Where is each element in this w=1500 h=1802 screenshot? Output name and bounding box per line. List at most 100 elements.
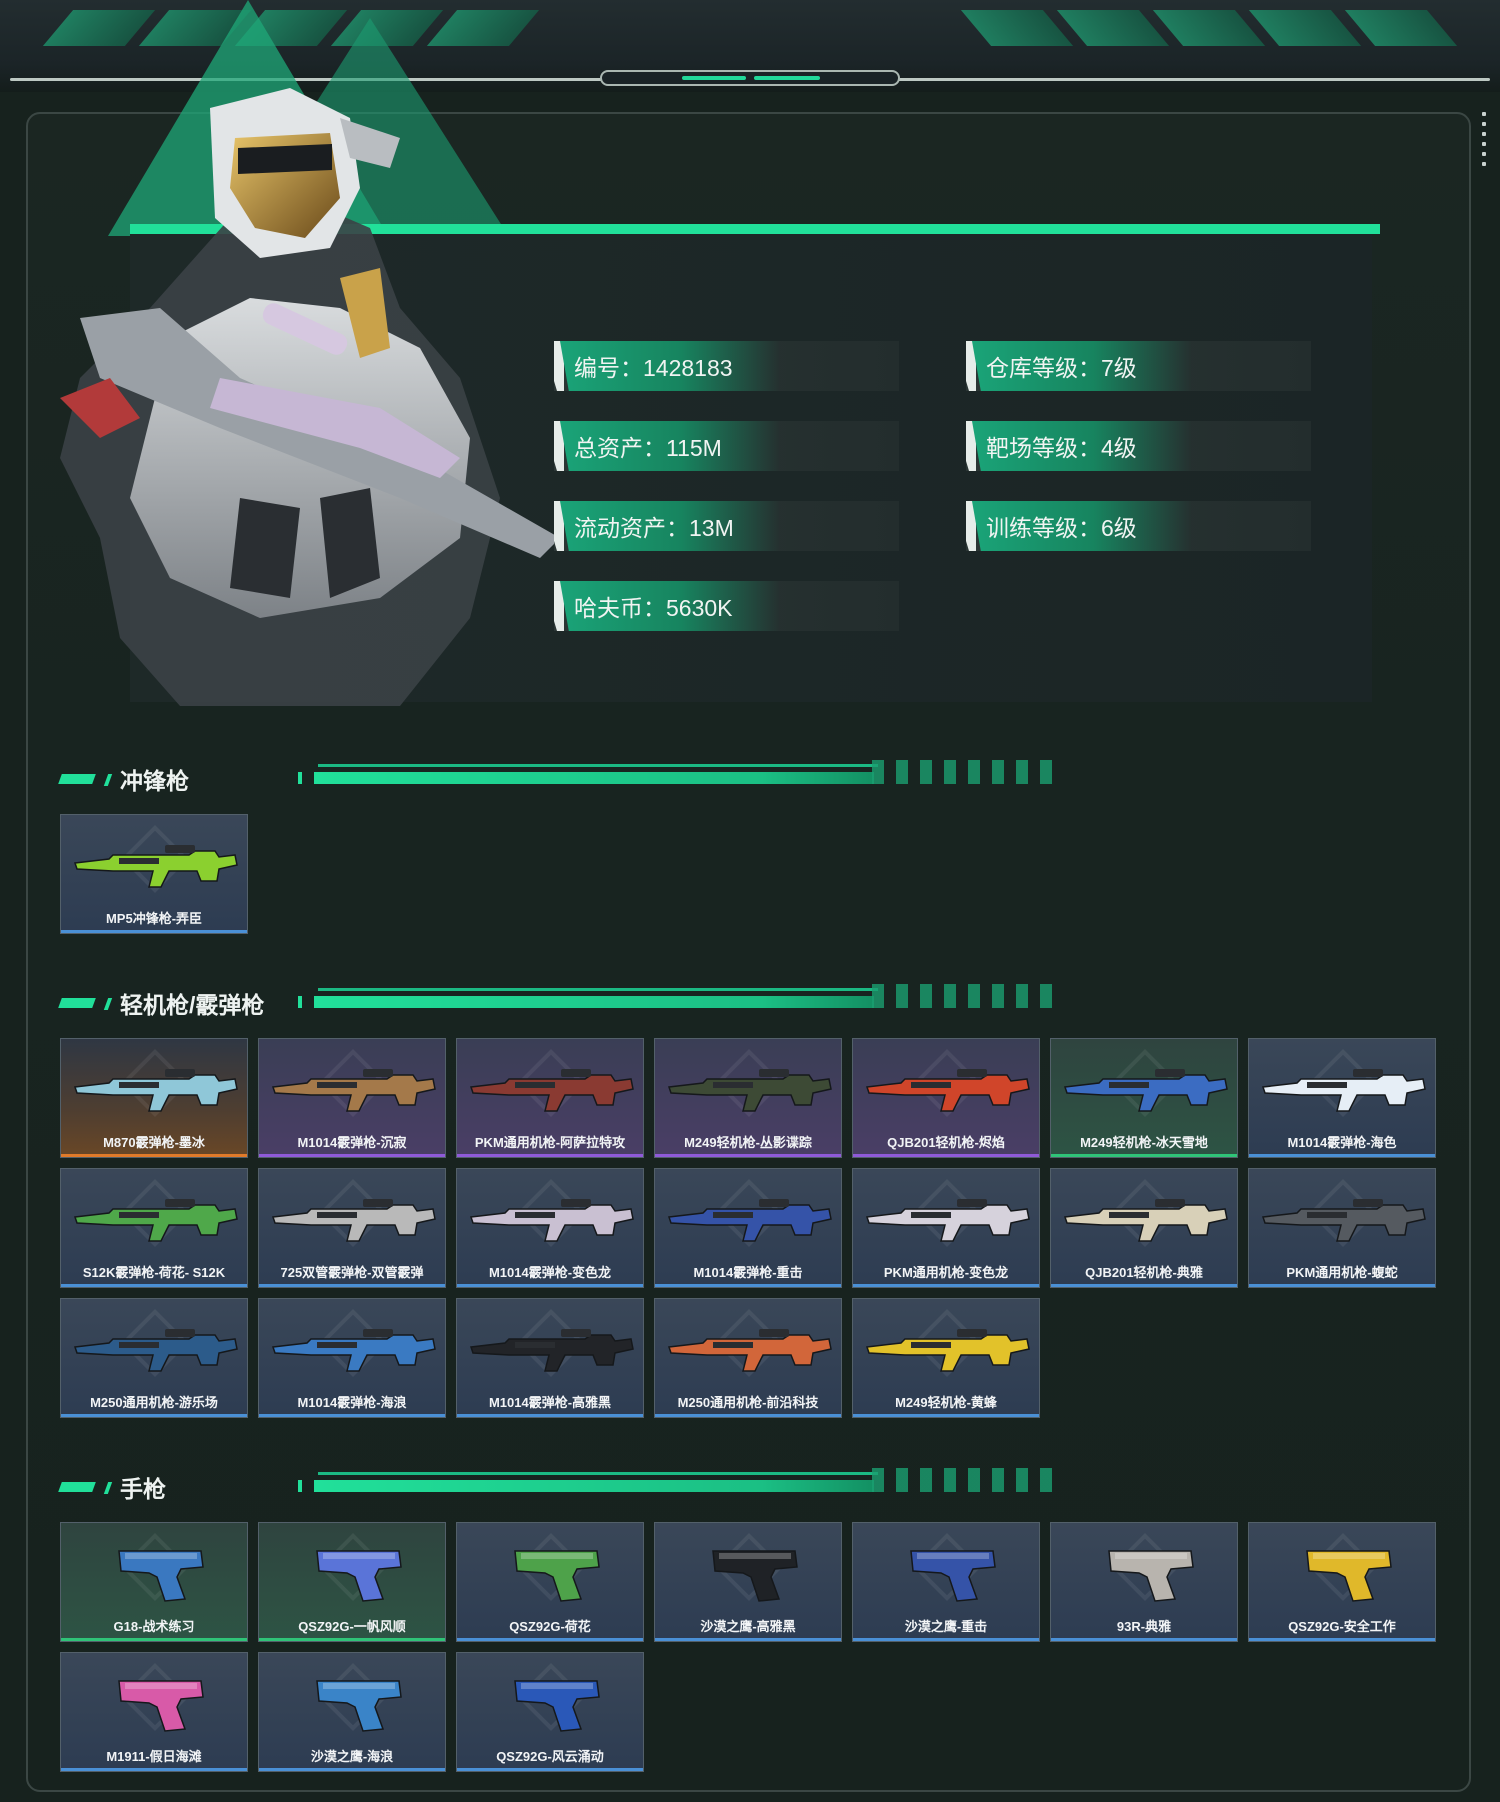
weapon-card[interactable]: QSZ92G-风云涌动 [456,1652,644,1772]
rarity-bar [655,1154,841,1157]
rarity-bar [259,1414,445,1417]
stat-training-level-label: 训练等级：6级 [972,501,1192,551]
weapon-card[interactable]: M250通用机枪-游乐场 [60,1298,248,1418]
weapon-image [865,1069,1030,1112]
weapon-image [865,1329,1030,1372]
weapon-card[interactable]: 沙漠之鹰-高雅黑 [654,1522,842,1642]
weapon-name: PKM通用机枪-阿萨拉特攻 [474,1135,626,1150]
weapon-name: QSZ92G-一帆风顺 [298,1619,406,1634]
weapon-image [1063,1199,1228,1242]
weapon-card[interactable]: QSZ92G-一帆风顺 [258,1522,446,1642]
frame-dots-decor [1482,112,1488,182]
weapon-image [73,1199,238,1242]
section-title: 轻机枪/霰弹枪 [120,992,265,1018]
weapon-card[interactable]: 725双管霰弹枪-双管霰弹 [258,1168,446,1288]
rarity-bar [1249,1638,1435,1641]
pistol-image [514,1680,600,1732]
stat-id-label: 编号：1428183 [560,341,780,391]
weapon-card[interactable]: 沙漠之鹰-海浪 [258,1652,446,1772]
weapon-card[interactable]: M1014霰弹枪-海浪 [258,1298,446,1418]
weapon-card[interactable]: M249轻机枪-冰天雪地 [1050,1038,1238,1158]
weapon-name: QJB201轻机枪-烬焰 [887,1135,1005,1150]
weapon-image [1261,1199,1426,1242]
weapon-name: QSZ92G-安全工作 [1288,1619,1396,1634]
rarity-bar [457,1154,643,1157]
rarity-bar [259,1768,445,1771]
weapon-image [865,1199,1030,1242]
section-title: 冲锋枪 [120,768,189,794]
stat-warehouse-level-label: 仓库等级：7级 [972,341,1192,391]
weapon-card[interactable]: S12K霰弹枪-荷花- S12K [60,1168,248,1288]
stat-range-level: 靶场等级：4级 [966,421,1311,471]
pistol-image [118,1680,204,1732]
weapon-image [271,1199,436,1242]
weapon-card[interactable]: M1014霰弹枪-高雅黑 [456,1298,644,1418]
rarity-bar [457,1638,643,1641]
section-title: 手枪 [120,1476,166,1502]
weapon-name: QSZ92G-风云涌动 [496,1749,604,1764]
rarity-bar [1051,1284,1237,1287]
weapon-name: 93R-典雅 [1116,1619,1172,1634]
pistol-image [910,1550,996,1602]
weapon-card[interactable]: QSZ92G-安全工作 [1248,1522,1436,1642]
weapon-name: M1014霰弹枪-变色龙 [488,1265,612,1280]
rarity-bar [259,1638,445,1641]
weapon-card[interactable]: PKM通用机枪-蝮蛇 [1248,1168,1436,1288]
rarity-bar [1249,1154,1435,1157]
weapon-image [667,1329,832,1372]
rarity-bar [61,1154,247,1157]
rarity-bar [61,1638,247,1641]
rarity-bar [1051,1154,1237,1157]
weapon-image [73,1329,238,1372]
stat-range-level-label: 靶场等级：4级 [972,421,1192,471]
weapon-card[interactable]: M250通用机枪-前沿科技 [654,1298,842,1418]
pistol-image [316,1550,402,1602]
weapon-card[interactable]: PKM通用机枪-阿萨拉特攻 [456,1038,644,1158]
weapon-card[interactable]: M1911-假日海滩 [60,1652,248,1772]
weapon-name: M1014霰弹枪-重击 [693,1265,803,1280]
soldier-character-image [60,88,560,706]
weapon-card[interactable]: MP5冲锋枪-弄臣 [60,814,248,934]
weapon-name: M1014霰弹枪-沉寂 [297,1135,407,1150]
weapon-name: S12K霰弹枪-荷花- S12K [82,1265,226,1280]
weapon-card[interactable]: 93R-典雅 [1050,1522,1238,1642]
weapon-card[interactable]: M1014霰弹枪-重击 [654,1168,842,1288]
stat-haf-coin-label: 哈夫币：5630K [560,581,780,631]
stat-id: 编号：1428183 [554,341,899,391]
weapon-name: PKM通用机枪-变色龙 [883,1265,1009,1280]
pistol-image [514,1550,600,1602]
weapon-card[interactable]: M1014霰弹枪-海色 [1248,1038,1436,1158]
weapon-card[interactable]: M249轻机枪-黄蜂 [852,1298,1040,1418]
weapon-name: M249轻机枪-冰天雪地 [1080,1135,1208,1150]
weapon-image [73,1069,238,1112]
section-header-lmg-shotgun: 轻机枪/霰弹枪 [58,982,1070,1022]
stat-total-assets: 总资产：115M [554,421,899,471]
rarity-bar [457,1284,643,1287]
weapon-card[interactable]: 沙漠之鹰-重击 [852,1522,1040,1642]
stat-total-assets-label: 总资产：115M [560,421,780,471]
weapon-card[interactable]: M870霰弹枪-墨冰 [60,1038,248,1158]
weapon-name: 沙漠之鹰-海浪 [310,1749,394,1764]
top-right-stripes [960,10,1458,46]
rarity-bar [853,1638,1039,1641]
pistol-image [316,1680,402,1732]
weapon-image [469,1069,634,1112]
weapon-image [271,1329,436,1372]
weapon-card[interactable]: M1014霰弹枪-变色龙 [456,1168,644,1288]
weapon-card[interactable]: QJB201轻机枪-烬焰 [852,1038,1040,1158]
weapon-name: M1014霰弹枪-高雅黑 [488,1395,612,1410]
stat-warehouse-level: 仓库等级：7级 [966,341,1311,391]
weapon-name: M250通用机枪-游乐场 [90,1395,218,1410]
rarity-bar [655,1414,841,1417]
weapon-card[interactable]: QSZ92G-荷花 [456,1522,644,1642]
weapon-image [667,1199,832,1242]
weapon-card[interactable]: PKM通用机枪-变色龙 [852,1168,1040,1288]
weapon-card[interactable]: M1014霰弹枪-沉寂 [258,1038,446,1158]
top-center-ornament [600,70,900,86]
weapon-card[interactable]: M249轻机枪-丛影谍踪 [654,1038,842,1158]
weapon-name: 沙漠之鹰-重击 [904,1619,988,1634]
weapon-card[interactable]: G18-战术练习 [60,1522,248,1642]
weapon-card[interactable]: QJB201轻机枪-典雅 [1050,1168,1238,1288]
weapon-name: M870霰弹枪-墨冰 [103,1135,205,1150]
weapon-name: M249轻机枪-黄蜂 [895,1395,997,1410]
